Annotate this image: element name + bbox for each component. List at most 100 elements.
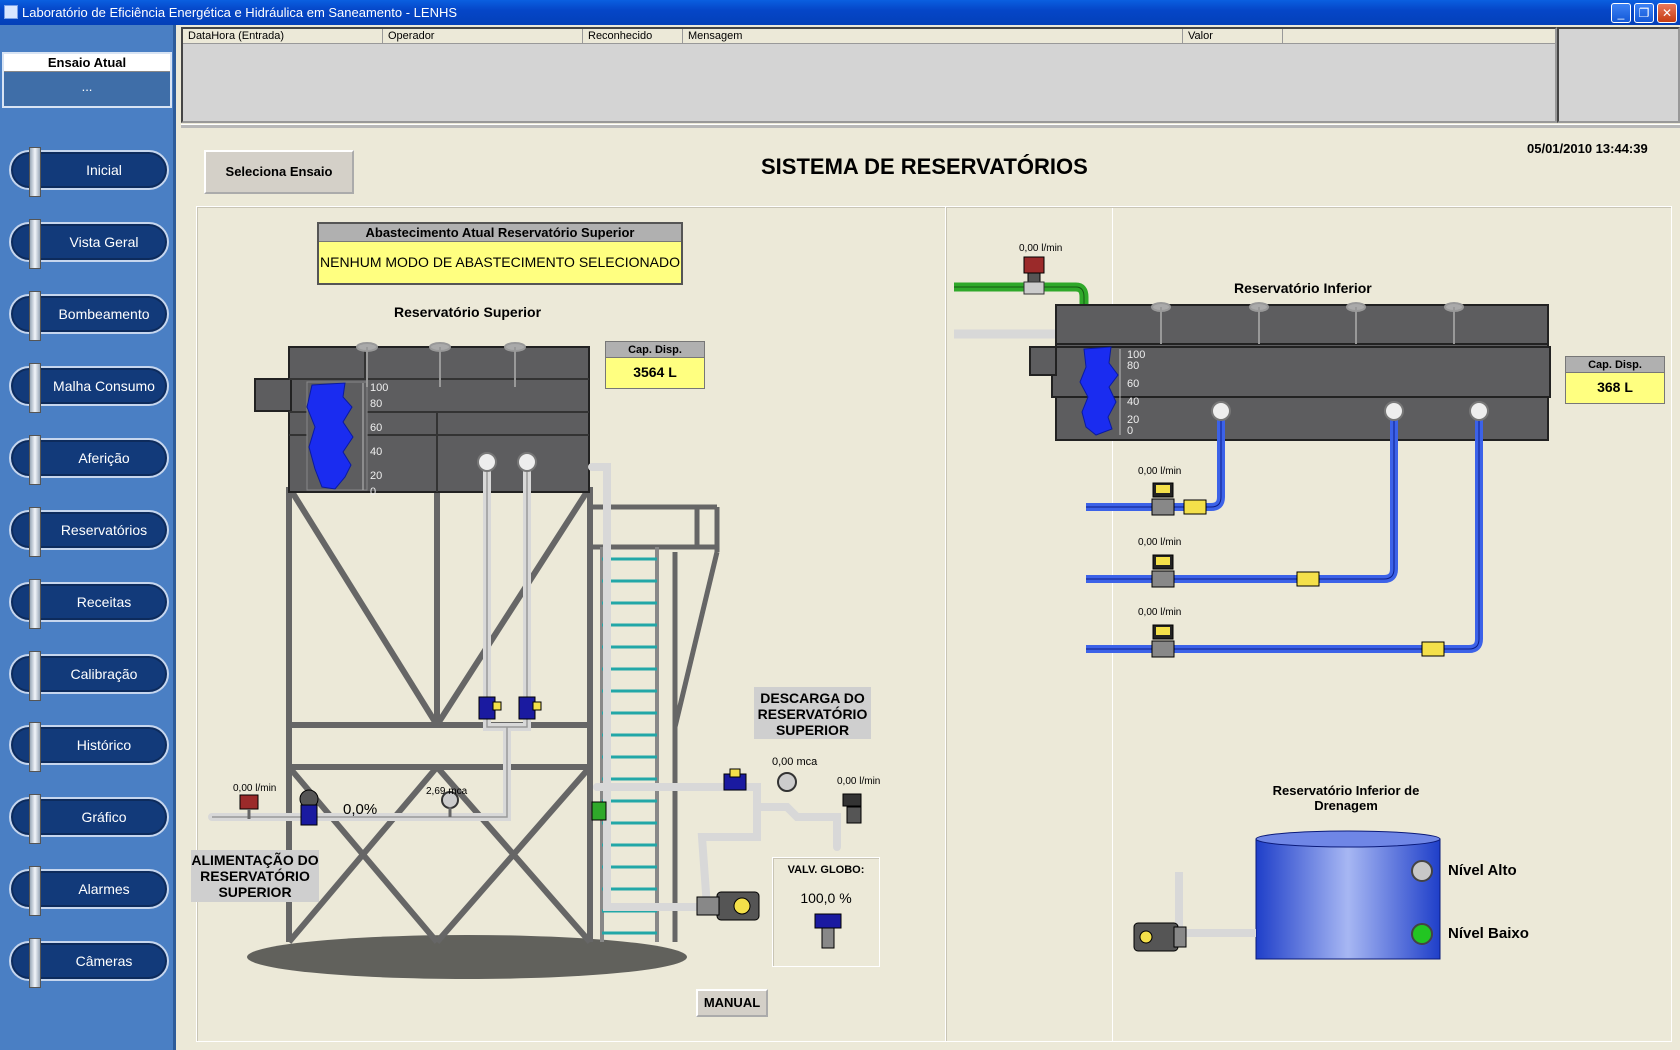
nav-button-afericao[interactable]: Aferição bbox=[9, 435, 169, 485]
column-header-message[interactable]: Mensagem bbox=[683, 29, 1183, 44]
nav-button-bombeamento[interactable]: Bombeamento bbox=[9, 291, 169, 341]
title-bar: Laboratório de Eficiência Energética e H… bbox=[0, 0, 1680, 25]
level-scale: 100 80 60 40 20 0 bbox=[1127, 350, 1145, 437]
button-knob bbox=[29, 363, 41, 413]
valve-icon[interactable] bbox=[518, 696, 542, 720]
ground-shadow bbox=[247, 935, 687, 979]
nav-button-reservatorios[interactable]: Reservatórios bbox=[9, 507, 169, 557]
current-test-box: Ensaio Atual ... bbox=[2, 52, 172, 108]
button-knob bbox=[29, 507, 41, 557]
valve-icon[interactable] bbox=[723, 768, 747, 791]
manual-button[interactable]: MANUAL bbox=[696, 989, 768, 1017]
close-button[interactable]: ✕ bbox=[1657, 3, 1677, 23]
pipe-inlet bbox=[1211, 401, 1231, 421]
line-2-flow-reading: 0,00 l/min bbox=[1138, 537, 1182, 548]
capacity-value: 3564 L bbox=[633, 364, 677, 380]
scale-tick: 100 bbox=[370, 382, 389, 394]
button-knob bbox=[29, 147, 41, 197]
flowmeter-icon bbox=[1151, 482, 1175, 516]
button-knob bbox=[29, 866, 41, 916]
nav-label: Aferição bbox=[78, 450, 130, 466]
button-knob bbox=[29, 435, 41, 485]
level-high-label: Nível Alto bbox=[1448, 862, 1517, 879]
scale-tick: 0 bbox=[370, 486, 377, 498]
globe-valve-box: VALV. GLOBO: 100,0 % bbox=[772, 857, 880, 967]
nav-button-inicial[interactable]: Inicial bbox=[9, 147, 169, 197]
nav-button-malha-consumo[interactable]: Malha Consumo bbox=[9, 363, 169, 413]
sidebar: Ensaio Atual ... Inicial Vista Geral Bom… bbox=[0, 25, 176, 1050]
nav-button-vista-geral[interactable]: Vista Geral bbox=[9, 219, 169, 269]
button-knob bbox=[29, 579, 41, 629]
drain-reservoir-title: Reservatório Inferior de Drenagem bbox=[1272, 783, 1420, 813]
scale-tick: 60 bbox=[1127, 378, 1140, 390]
nav-label: Câmeras bbox=[75, 953, 133, 969]
nav-label: Histórico bbox=[76, 737, 132, 753]
pipe-inlet bbox=[1384, 401, 1404, 421]
column-header-acknowledged[interactable]: Reconhecido bbox=[583, 29, 683, 44]
supply-status-box: Abastecimento Atual Reservatório Superio… bbox=[317, 222, 683, 285]
alarm-table[interactable]: DataHora (Entrada) Operador Reconhecido … bbox=[181, 27, 1557, 123]
flowmeter-icon bbox=[842, 793, 862, 824]
column-header-operator[interactable]: Operador bbox=[383, 29, 583, 44]
scale-tick: 60 bbox=[370, 422, 383, 434]
inlet-pressure-reading: 2,69 mca bbox=[426, 786, 468, 797]
level-low-indicator bbox=[1411, 923, 1433, 945]
level-low-label: Nível Baixo bbox=[1448, 925, 1529, 942]
pipe-outline bbox=[212, 462, 528, 818]
pressure-gauge-icon bbox=[777, 772, 797, 792]
globe-valve-label: VALV. GLOBO: bbox=[787, 864, 865, 876]
scale-tick: 80 bbox=[1127, 360, 1140, 372]
supply-status-value: NENHUM MODO DE ABASTECIMENTO SELECIONADO bbox=[320, 254, 680, 270]
button-knob bbox=[29, 722, 41, 772]
pump-icon[interactable] bbox=[1133, 922, 1187, 952]
top-flow-reading: 0,00 l/min bbox=[1019, 243, 1063, 254]
lower-reservoir-title: Reservatório Inferior bbox=[1234, 280, 1372, 296]
nav-button-receitas[interactable]: Receitas bbox=[9, 579, 169, 629]
nav-label: Receitas bbox=[76, 594, 132, 610]
main-area: Seleciona Ensaio SISTEMA DE RESERVATÓRIO… bbox=[181, 129, 1680, 1050]
column-header-value[interactable]: Valor bbox=[1183, 29, 1283, 44]
minimize-button[interactable]: _ bbox=[1611, 3, 1631, 23]
maximize-button[interactable]: ❐ bbox=[1634, 3, 1654, 23]
scale-tick: 0 bbox=[1127, 425, 1134, 437]
nav-label: Alarmes bbox=[78, 881, 130, 897]
button-knob bbox=[29, 794, 41, 844]
column-header-datetime[interactable]: DataHora (Entrada) bbox=[183, 29, 383, 44]
nav-button-alarmes[interactable]: Alarmes bbox=[9, 866, 169, 916]
button-knob bbox=[29, 651, 41, 701]
scale-tick: 40 bbox=[370, 446, 383, 458]
pipe-inlet bbox=[1469, 401, 1489, 421]
sensor-green-icon bbox=[591, 801, 607, 821]
button-knob bbox=[29, 291, 41, 341]
supply-status-header: Abastecimento Atual Reservatório Superio… bbox=[319, 224, 681, 242]
drain-tank bbox=[1255, 830, 1441, 960]
scale-tick: 80 bbox=[370, 398, 383, 410]
nav-label: Reservatórios bbox=[60, 522, 148, 538]
lower-reservoir-panel: 0,00 l/min Reservatório Inferior Cap. Di… bbox=[945, 206, 1672, 1042]
inlet-flow-reading: 0,00 l/min bbox=[233, 783, 277, 794]
nav-label: Inicial bbox=[86, 162, 122, 178]
nav-label: Gráfico bbox=[81, 809, 127, 825]
pipe-inlet bbox=[477, 452, 497, 472]
valve-icon[interactable] bbox=[1183, 499, 1207, 515]
valve-icon[interactable] bbox=[1296, 571, 1320, 587]
control-valve-icon[interactable] bbox=[299, 789, 319, 826]
nav-button-grafico[interactable]: Gráfico bbox=[9, 794, 169, 844]
valve-icon[interactable] bbox=[478, 696, 502, 720]
tower-structure bbox=[286, 484, 593, 944]
lower-capacity-box: Cap. Disp. 368 L bbox=[1565, 356, 1665, 404]
current-test-header: Ensaio Atual bbox=[4, 54, 170, 72]
nav-button-cameras[interactable]: Câmeras bbox=[9, 938, 169, 988]
nav-button-historico[interactable]: Histórico bbox=[9, 722, 169, 772]
page-title: SISTEMA DE RESERVATÓRIOS bbox=[761, 154, 1088, 179]
valve-icon[interactable] bbox=[1421, 641, 1445, 657]
divider bbox=[181, 124, 1680, 128]
pipe-inlet bbox=[517, 452, 537, 472]
upper-reservoir-title: Reservatório Superior bbox=[394, 304, 542, 320]
flowmeter-icon bbox=[1151, 554, 1175, 588]
nav-button-calibracao[interactable]: Calibração bbox=[9, 651, 169, 701]
upper-capacity-box: Cap. Disp. 3564 L bbox=[605, 341, 705, 389]
discharge-pressure-reading: 0,00 mca bbox=[772, 756, 818, 768]
level-scale: 100 80 60 40 20 0 bbox=[370, 382, 388, 498]
select-test-button[interactable]: Seleciona Ensaio bbox=[204, 150, 354, 194]
